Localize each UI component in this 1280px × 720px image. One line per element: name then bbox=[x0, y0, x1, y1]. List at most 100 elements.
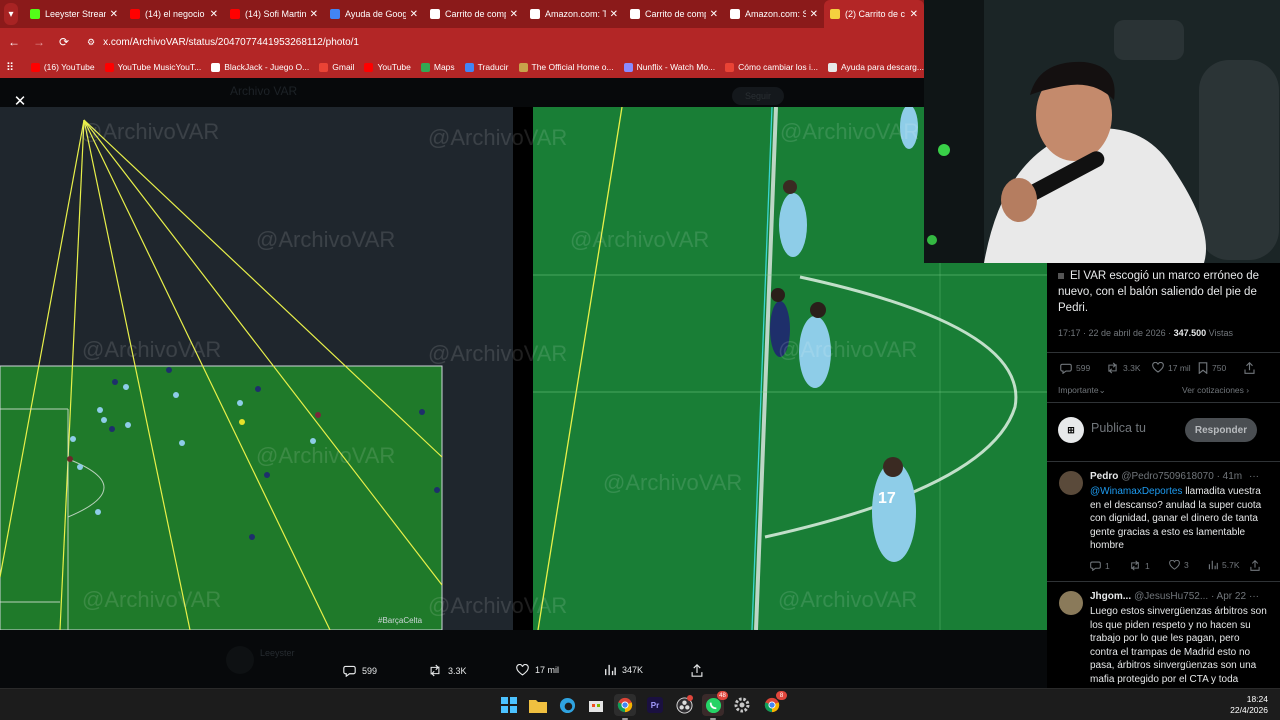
reply-item[interactable]: Pedro @Pedro7509618070 · 41m ··· @Winamax… bbox=[1047, 471, 1280, 581]
bookmark-favicon-icon bbox=[420, 62, 430, 72]
bookmark-favicon-icon bbox=[623, 62, 633, 72]
forward-icon[interactable]: → bbox=[28, 31, 50, 53]
bookmark-item[interactable]: Nunflix - Watch Mo... bbox=[623, 62, 715, 72]
browser-tab[interactable]: Carrito de compras ✕ bbox=[424, 0, 524, 28]
watermark: @ArchivoVAR bbox=[603, 470, 742, 495]
browser-tab[interactable]: Amazon.com: Se ✕ bbox=[724, 0, 824, 28]
reply-compose-input[interactable]: Publica tu bbox=[1091, 421, 1146, 435]
microsoft-store-icon[interactable] bbox=[585, 694, 607, 716]
edge-browser-icon[interactable] bbox=[556, 694, 578, 716]
reply-author-name[interactable]: Pedro bbox=[1090, 471, 1118, 482]
reply-author-name[interactable]: Jhgom... bbox=[1090, 591, 1131, 602]
more-options-icon[interactable]: ··· bbox=[1249, 591, 1259, 602]
mention-link[interactable]: @WinamaxDeportes bbox=[1090, 486, 1182, 497]
bookmark-item[interactable]: YouTube MusicYouT... bbox=[104, 62, 201, 72]
tab-list: Leeyster Stream ✕ (14) el negocio ✕ (14) Sof… bbox=[24, 0, 924, 28]
windows-start-icon[interactable] bbox=[498, 694, 520, 716]
browser-tab[interactable]: Leeyster Stream ✕ bbox=[24, 0, 124, 28]
bookmark-list: (16) YouTube YouTube MusicYouT... BlackJac… bbox=[21, 62, 924, 72]
obs-icon[interactable] bbox=[673, 694, 695, 716]
views-chart-icon bbox=[605, 664, 616, 676]
browser-tab[interactable]: Ayuda de Google ✕ bbox=[324, 0, 424, 28]
browser-tab[interactable]: (14) el negocio ✕ bbox=[124, 0, 224, 28]
repost-action[interactable]: 3.3K bbox=[428, 664, 467, 677]
tab-close-icon[interactable]: ✕ bbox=[810, 9, 818, 20]
bookmark-item[interactable]: Traducir bbox=[464, 62, 509, 72]
windows-taskbar: Pr 48 8 18:24 22/4/2026 bbox=[0, 688, 1280, 720]
tab-close-icon[interactable]: ✕ bbox=[310, 9, 318, 20]
avatar[interactable] bbox=[1059, 591, 1083, 615]
panel-repost-action[interactable]: 3.3K bbox=[1106, 362, 1141, 374]
views-action[interactable]: 347K bbox=[604, 664, 643, 676]
settings-gear-icon[interactable] bbox=[731, 694, 753, 716]
reply-button[interactable]: Responder bbox=[1185, 418, 1257, 442]
var-offside-image[interactable]: #BarçaCelta 17 @ArchivoVAR @ArchivoVAR @… bbox=[0, 107, 1047, 630]
tab-close-icon[interactable]: ✕ bbox=[410, 9, 418, 20]
share-action[interactable] bbox=[691, 664, 709, 677]
bookmark-item[interactable]: Maps bbox=[420, 62, 455, 72]
tab-close-icon[interactable]: ✕ bbox=[710, 9, 718, 20]
reply-author-handle: @Pedro7509618070 · 41m bbox=[1121, 471, 1243, 482]
tab-close-icon[interactable]: ✕ bbox=[510, 9, 518, 20]
tab-favicon-icon bbox=[230, 9, 240, 19]
tab-close-icon[interactable]: ✕ bbox=[110, 9, 118, 20]
user-avatar[interactable]: ⊞ bbox=[1058, 417, 1084, 443]
bookmark-item[interactable]: BlackJack - Juego O... bbox=[211, 62, 309, 72]
heart-icon bbox=[1169, 560, 1180, 570]
opera-gx-icon[interactable]: 8 bbox=[761, 691, 787, 716]
sort-replies-dropdown[interactable]: Importante⌄ bbox=[1058, 385, 1106, 396]
reply-like-action[interactable]: 3 bbox=[1169, 560, 1189, 570]
watermark: @ArchivoVAR bbox=[80, 119, 219, 144]
back-icon[interactable]: ← bbox=[3, 31, 25, 53]
bookmark-label: Cómo cambiar los i... bbox=[738, 62, 818, 72]
reply-repost-action[interactable]: 1 bbox=[1129, 560, 1150, 571]
reply-views-action[interactable]: 5.7K bbox=[1208, 560, 1240, 570]
reply-item[interactable]: Jhgom... @JesusHu752... · Apr 22 ··· Lueg… bbox=[1047, 591, 1280, 688]
bookmark-item[interactable]: YouTube bbox=[364, 62, 411, 72]
tab-bar: ▾ Leeyster Stream ✕ (14) el negocio ✕ (14) S… bbox=[0, 0, 924, 28]
premiere-pro-icon[interactable]: Pr bbox=[644, 694, 666, 716]
reply-repost-count: 1 bbox=[1145, 560, 1150, 571]
tab-close-icon[interactable]: ✕ bbox=[910, 9, 918, 20]
panel-like-action[interactable]: 17 mil bbox=[1152, 362, 1191, 373]
reply-action[interactable]: 599 bbox=[343, 664, 377, 677]
bookmark-action[interactable]: 750 bbox=[1198, 362, 1226, 374]
browser-tab[interactable]: (14) Sofi Martin ✕ bbox=[224, 0, 324, 28]
tab-search-menu-icon[interactable]: ▾ bbox=[4, 3, 18, 25]
tweet-views-label: Vistas bbox=[1208, 328, 1234, 338]
whatsapp-icon[interactable]: 48 bbox=[702, 691, 728, 720]
site-info-icon[interactable]: ⚙ bbox=[87, 37, 95, 48]
bookmark-item[interactable]: Ayuda para descarg... bbox=[827, 62, 924, 72]
image-corner-tag: #BarçaCelta bbox=[378, 616, 423, 625]
bookmark-item[interactable]: The Official Home o... bbox=[518, 62, 614, 72]
panel-reply-action[interactable]: 599 bbox=[1060, 362, 1090, 374]
avatar[interactable] bbox=[1059, 471, 1083, 495]
panel-like-count: 17 mil bbox=[1168, 362, 1191, 373]
browser-tab[interactable]: Amazon.com: Ta ✕ bbox=[524, 0, 624, 28]
reload-icon[interactable]: ⟳ bbox=[53, 31, 75, 53]
bookmark-item[interactable]: Cómo cambiar los i... bbox=[725, 62, 818, 72]
tab-favicon-icon bbox=[30, 9, 40, 19]
reply-like-count: 3 bbox=[1184, 560, 1189, 570]
tab-title: (14) el negocio bbox=[145, 9, 205, 19]
tab-close-icon[interactable]: ✕ bbox=[210, 9, 218, 20]
file-explorer-icon[interactable] bbox=[527, 694, 549, 716]
quotes-link[interactable]: Ver cotizaciones › bbox=[1182, 385, 1249, 395]
browser-tab[interactable]: Carrito de compras ✕ bbox=[624, 0, 724, 28]
bookmark-item[interactable]: (16) YouTube bbox=[30, 62, 95, 72]
url-field[interactable]: ⚙ x.com/ArchivoVAR/status/20470774419532… bbox=[87, 37, 359, 48]
system-clock[interactable]: 18:24 22/4/2026 bbox=[1230, 694, 1268, 716]
tweet-timestamp[interactable]: 17:17 · 22 de abril de 2026 · bbox=[1058, 328, 1171, 338]
browser-tab[interactable]: (2) Carrito de c ✕ bbox=[824, 0, 924, 28]
tab-close-icon[interactable]: ✕ bbox=[610, 9, 618, 20]
reply-reply-action[interactable]: 1 bbox=[1090, 560, 1110, 571]
more-options-icon[interactable]: ··· bbox=[1249, 471, 1259, 482]
reply-icon bbox=[1090, 561, 1101, 571]
like-action[interactable]: 17 mil bbox=[516, 664, 559, 676]
bookmark-item[interactable]: Gmail bbox=[319, 62, 354, 72]
bookmark-label: BlackJack - Juego O... bbox=[224, 62, 310, 72]
apps-grid-icon[interactable]: ⠿ bbox=[6, 61, 21, 74]
chrome-icon[interactable] bbox=[614, 694, 636, 720]
panel-share-action[interactable] bbox=[1244, 362, 1259, 374]
reply-share-action[interactable] bbox=[1250, 560, 1264, 571]
